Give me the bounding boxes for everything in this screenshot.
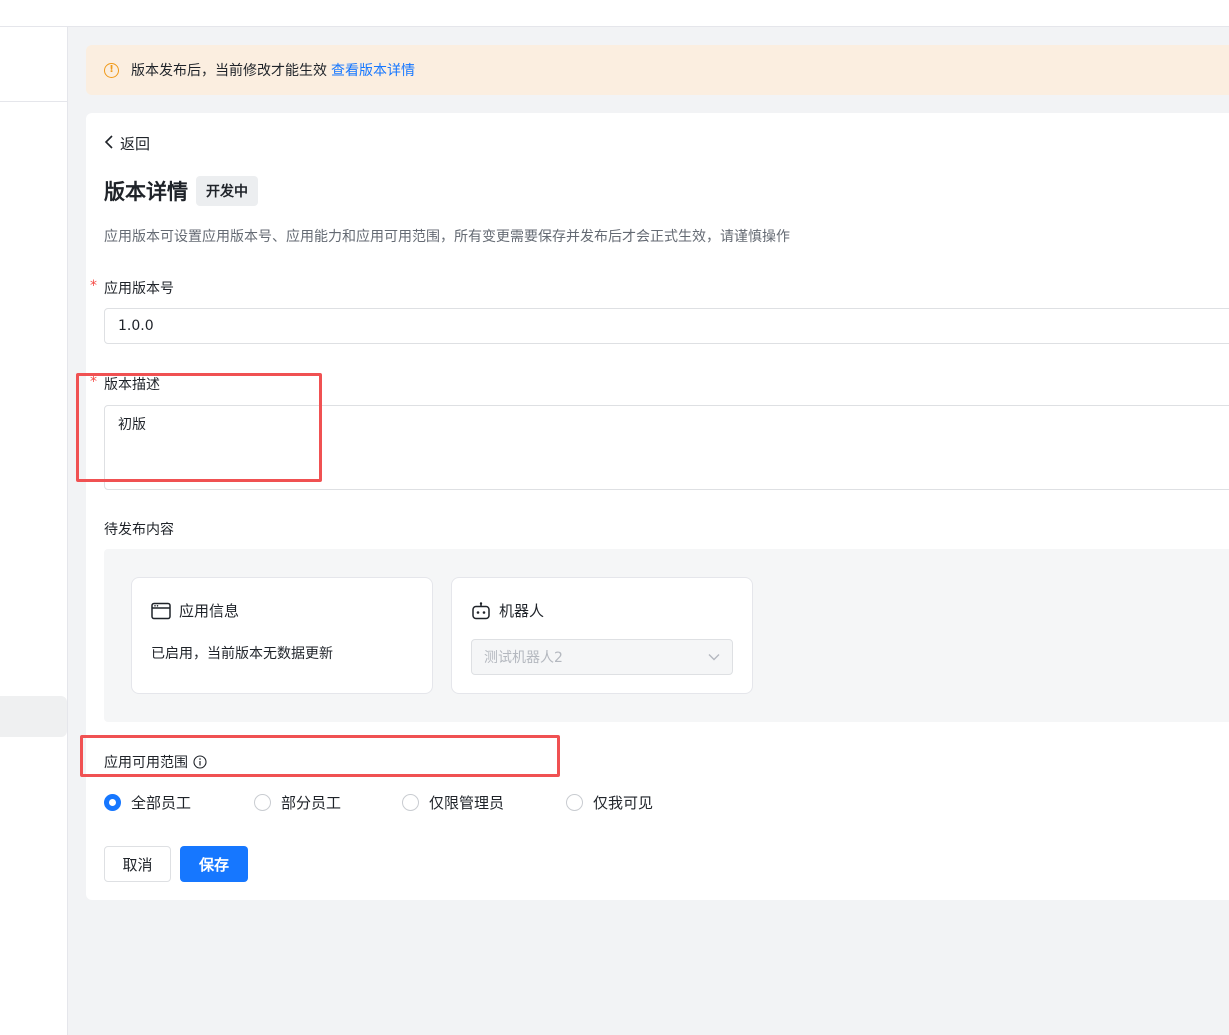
- robot-title: 机器人: [499, 602, 545, 620]
- required-mark: *: [90, 374, 97, 390]
- title-row: 版本详情 开发中: [104, 176, 258, 206]
- page-description: 应用版本可设置应用版本号、应用能力和应用可用范围，所有变更需要保存并发布后才会正…: [104, 229, 790, 245]
- version-number-input[interactable]: 1.0.0: [104, 308, 1229, 344]
- app-window-icon: [151, 602, 171, 620]
- pending-content-label: 待发布内容: [104, 522, 174, 538]
- radio-circle: [402, 794, 419, 811]
- sidebar-divider: [0, 101, 67, 102]
- robot-card: 机器人 测试机器人2: [451, 577, 753, 694]
- info-circle-icon: !: [104, 62, 119, 78]
- alert-text: 版本发布后，当前修改才能生效: [131, 63, 327, 79]
- app-info-header: 应用信息: [151, 600, 239, 621]
- radio-circle: [566, 794, 583, 811]
- app-info-card: 应用信息 已启用，当前版本无数据更新: [131, 577, 433, 694]
- robot-select-value: 测试机器人2: [484, 650, 563, 666]
- status-badge: 开发中: [196, 176, 258, 206]
- app-info-title: 应用信息: [179, 602, 240, 620]
- version-description-label: * 版本描述: [90, 374, 160, 393]
- radio-admins-only[interactable]: 仅限管理员: [402, 792, 566, 813]
- required-mark: *: [90, 278, 97, 294]
- radio-circle: [104, 794, 121, 811]
- robot-icon: [471, 601, 491, 620]
- back-button[interactable]: 返回: [104, 133, 150, 154]
- robot-select[interactable]: 测试机器人2: [471, 639, 733, 675]
- chevron-down-icon: [708, 649, 720, 665]
- save-button[interactable]: 保存: [180, 846, 248, 882]
- back-label: 返回: [120, 135, 151, 153]
- chevron-left-icon: [104, 134, 114, 153]
- top-bar: [0, 0, 1229, 27]
- sidebar: [0, 27, 68, 1035]
- view-version-details-link[interactable]: 查看版本详情: [331, 60, 415, 80]
- app-info-status: 已启用，当前版本无数据更新: [151, 646, 333, 662]
- availability-scope-label: 应用可用范围: [104, 752, 207, 772]
- publish-notice-alert: ! 版本发布后，当前修改才能生效 查看版本详情: [86, 45, 1229, 95]
- version-number-label: * 应用版本号: [90, 278, 174, 297]
- page-title: 版本详情: [104, 180, 188, 204]
- robot-header: 机器人: [471, 600, 544, 621]
- sidebar-item-active[interactable]: [0, 696, 67, 737]
- version-description-textarea[interactable]: 初版: [104, 405, 1229, 490]
- info-circle-icon[interactable]: [193, 755, 207, 769]
- version-detail-card: 返回 版本详情 开发中 应用版本可设置应用版本号、应用能力和应用可用范围，所有变…: [86, 113, 1229, 900]
- radio-circle: [254, 794, 271, 811]
- radio-only-me[interactable]: 仅我可见: [566, 792, 653, 813]
- cancel-button[interactable]: 取消: [104, 846, 171, 882]
- radio-all-employees[interactable]: 全部员工: [104, 792, 254, 813]
- pending-content-area: 应用信息 已启用，当前版本无数据更新 机器人 测试机器人2: [104, 549, 1229, 722]
- radio-some-employees[interactable]: 部分员工: [254, 792, 402, 813]
- scope-radio-group: 全部员工 部分员工 仅限管理员 仅我可见: [104, 792, 653, 813]
